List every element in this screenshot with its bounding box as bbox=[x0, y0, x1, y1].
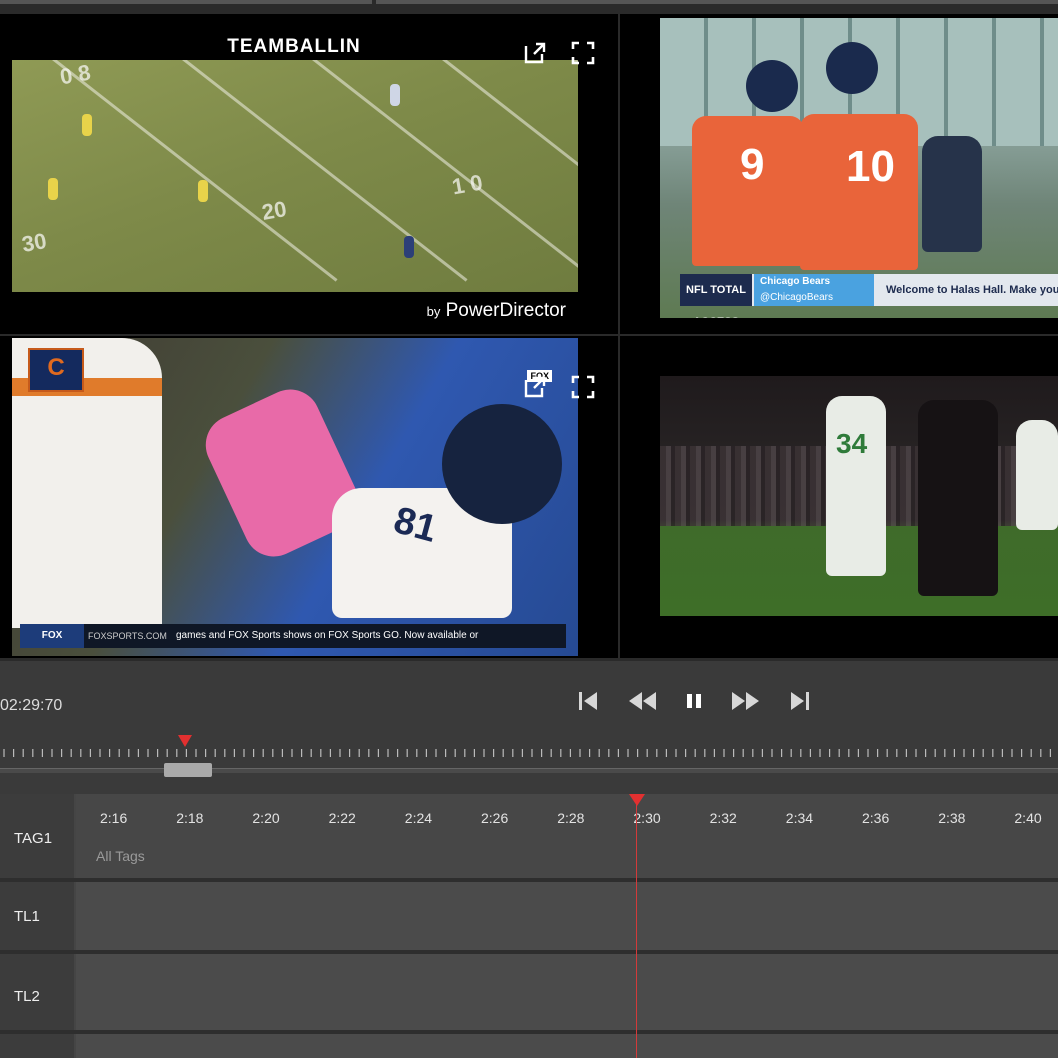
popout-icon[interactable] bbox=[522, 374, 548, 400]
timeline-panel: TAG1 2:16 2:18 2:20 2:22 2:24 2:26 2:28 2:30 2:3… bbox=[0, 794, 1058, 1058]
track-label-tl1[interactable]: TL1 bbox=[0, 882, 74, 950]
player-jersey bbox=[800, 114, 918, 270]
bears-logo-badge: C bbox=[28, 348, 84, 392]
player-helmet bbox=[826, 42, 878, 94]
twitter-handle-text: @ChicagoBears bbox=[760, 292, 833, 303]
field-number: 30 bbox=[19, 228, 49, 257]
top-bar-segment bbox=[0, 0, 372, 4]
video-grid: 0 8 20 1 0 30 TEAMBALLIN by PowerDirecto… bbox=[0, 14, 1058, 658]
video-frame[interactable]: 34 bbox=[660, 376, 1058, 616]
player-jersey bbox=[692, 116, 804, 266]
timeline-time-label: 2:38 bbox=[938, 810, 966, 826]
fullscreen-icon[interactable] bbox=[570, 40, 596, 66]
transport-panel: 02:29:70 bbox=[0, 658, 1058, 797]
timeline-time-label: 2:26 bbox=[481, 810, 509, 826]
timeline-time-label: 2:28 bbox=[557, 810, 585, 826]
player bbox=[390, 84, 400, 106]
jersey-number: 9 bbox=[740, 140, 765, 189]
skip-to-start-icon[interactable] bbox=[576, 689, 600, 713]
fullscreen-icon[interactable] bbox=[570, 374, 596, 400]
track-lane-empty[interactable] bbox=[76, 1034, 1058, 1058]
jersey-number: 10 bbox=[846, 142, 895, 191]
yard-line bbox=[182, 60, 468, 282]
bears-logo-letter: C bbox=[47, 354, 65, 381]
player bbox=[918, 400, 998, 596]
yard-line bbox=[52, 60, 338, 282]
powerdirector-watermark: by PowerDirector bbox=[427, 300, 566, 322]
timeline-playhead[interactable] bbox=[629, 794, 645, 806]
grid-divider bbox=[0, 334, 1058, 336]
track-label-tag1[interactable]: TAG1 bbox=[0, 794, 74, 878]
field-number: 20 bbox=[259, 196, 289, 225]
top-bar bbox=[0, 0, 1058, 14]
fox-scroll-text: games and FOX Sports shows on FOX Sports… bbox=[176, 630, 479, 641]
player bbox=[198, 180, 208, 202]
grid-divider bbox=[618, 14, 620, 658]
video-frame[interactable]: 0 8 20 1 0 30 bbox=[12, 60, 578, 292]
player bbox=[1016, 420, 1058, 530]
watermark-prefix: by bbox=[426, 304, 441, 319]
fox-sports-bar: FOX FOXSPORTS.COM games and FOX Sports s… bbox=[20, 624, 566, 648]
timeline-time-label: 2:20 bbox=[252, 810, 280, 826]
track-lane-tag1[interactable] bbox=[76, 794, 1058, 878]
timeline-time-label: 2:18 bbox=[176, 810, 204, 826]
yard-line bbox=[572, 60, 578, 282]
track-label-tl2[interactable]: TL2 bbox=[0, 954, 74, 1030]
video-tile-bottom-left[interactable]: 81 C FOX FOX FOXSPORTS.COM games and FOX… bbox=[0, 336, 618, 658]
yard-line bbox=[312, 60, 578, 282]
skip-to-end-icon[interactable] bbox=[788, 689, 812, 713]
watermark-brand: PowerDirector bbox=[445, 300, 566, 321]
video-tile-top-left[interactable]: 0 8 20 1 0 30 TEAMBALLIN by PowerDirecto… bbox=[0, 14, 618, 334]
all-tags-label: All Tags bbox=[96, 848, 145, 864]
timecode-value: 02:29:70 bbox=[0, 697, 63, 714]
timecode-display: 02:29:70 bbox=[0, 697, 62, 715]
field-number: 0 8 bbox=[57, 60, 93, 90]
track-lane-tl1[interactable] bbox=[76, 882, 1058, 950]
twitter-handle: Chicago Bears @ChicagoBears bbox=[754, 274, 874, 306]
field-number: 1 0 bbox=[449, 169, 485, 200]
timeline-time-label: 2:34 bbox=[785, 810, 814, 826]
tile-title: TEAMBALLIN bbox=[227, 36, 361, 57]
timeline-time-label: 2:30 bbox=[633, 810, 661, 826]
timeline-time-label: 2:22 bbox=[328, 810, 356, 826]
pause-icon[interactable] bbox=[684, 689, 704, 713]
popout-icon[interactable] bbox=[522, 40, 548, 66]
video-tile-bottom-right[interactable]: 34 bbox=[620, 336, 1058, 658]
player-helmet bbox=[746, 60, 798, 112]
video-frame[interactable]: 9 10 NFL TOTAL ACCESS Chicago Bears @Chi… bbox=[660, 18, 1058, 318]
player bbox=[404, 236, 414, 258]
overview-track[interactable] bbox=[0, 768, 1058, 773]
video-tile-top-right[interactable]: 9 10 NFL TOTAL ACCESS Chicago Bears @Chi… bbox=[620, 14, 1058, 334]
timeline-time-label: 2:40 bbox=[1014, 810, 1042, 826]
fox-logo: FOX bbox=[20, 624, 84, 648]
rewind-icon[interactable] bbox=[626, 689, 658, 713]
track-label-empty[interactable] bbox=[0, 1034, 74, 1058]
player bbox=[826, 396, 886, 576]
fast-forward-icon[interactable] bbox=[730, 689, 762, 713]
timeline-playhead-line[interactable] bbox=[636, 802, 637, 1058]
player bbox=[48, 178, 58, 200]
news-ticker: NFL TOTAL ACCESS Chicago Bears @ChicagoB… bbox=[680, 274, 1058, 318]
timeline-time-label: 2:16 bbox=[100, 810, 128, 826]
player bbox=[82, 114, 92, 136]
top-bar-segment bbox=[376, 0, 1058, 4]
ticker-message: Welcome to Halas Hall. Make yours bbox=[886, 284, 1058, 296]
fox-site: FOXSPORTS.COM bbox=[88, 631, 167, 641]
overview-ruler[interactable] bbox=[0, 747, 1058, 759]
jersey-number: 34 bbox=[836, 428, 868, 459]
track-lane-tl2[interactable] bbox=[76, 954, 1058, 1030]
twitter-name: Chicago Bears bbox=[760, 276, 831, 287]
video-frame[interactable]: 81 bbox=[12, 338, 578, 656]
track-label-text: TAG1 bbox=[14, 830, 53, 847]
receiver-helmet bbox=[442, 404, 562, 524]
timeline-time-label: 2:24 bbox=[404, 810, 433, 826]
timeline-time-label: 2:32 bbox=[709, 810, 737, 826]
coach bbox=[922, 136, 982, 252]
nfl-total-access-logo: NFL TOTAL ACCESS bbox=[680, 274, 752, 318]
overview-playhead[interactable] bbox=[178, 735, 192, 747]
overview-range-handle[interactable] bbox=[164, 763, 212, 777]
track-label-text: TL2 bbox=[14, 988, 40, 1005]
track-label-text: TL1 bbox=[14, 908, 40, 925]
timeline-time-label: 2:36 bbox=[862, 810, 890, 826]
